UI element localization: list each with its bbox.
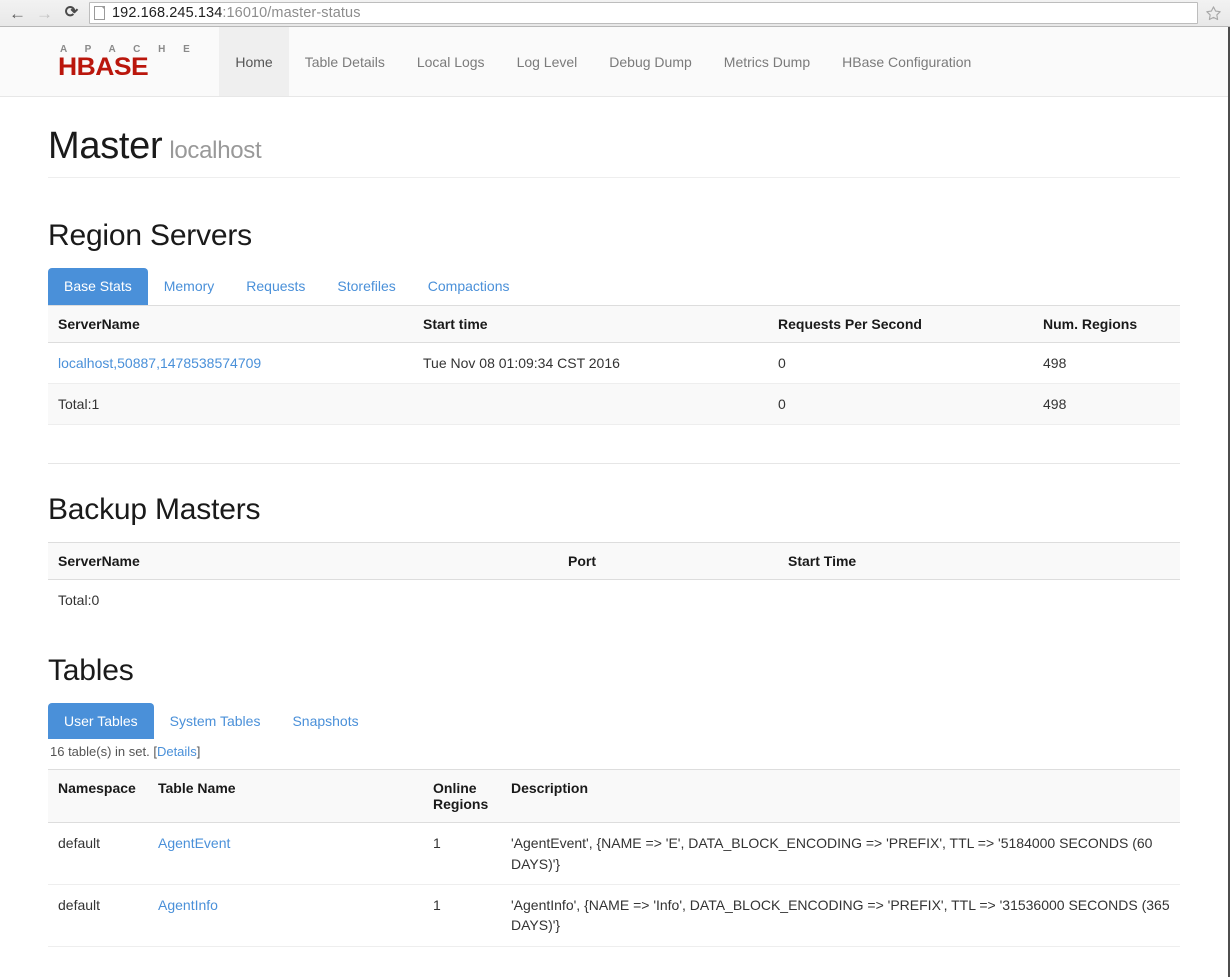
tab-memory[interactable]: Memory: [148, 268, 231, 305]
region-servers-heading: Region Servers: [48, 219, 252, 252]
cell-total-num-regions: 498: [1033, 383, 1180, 426]
table-header-row: ServerName Port Start Time: [48, 542, 1180, 581]
column-header-namespace: Namespace: [48, 769, 148, 824]
nav-item-log-level[interactable]: Log Level: [501, 27, 594, 96]
cell-online-regions: 1: [423, 822, 501, 886]
column-header-num-regions: Num. Regions: [1033, 305, 1180, 343]
table-header-row: ServerName Start time Requests Per Secon…: [48, 305, 1180, 343]
region-servers-section: Region Servers Base Stats Memory Request…: [48, 197, 1180, 465]
cell-online-regions: 1: [423, 884, 501, 947]
page-document-icon: [94, 6, 105, 20]
nav-item-hbase-configuration[interactable]: HBase Configuration: [826, 27, 987, 96]
tables-count-line: 16 table(s) in set. [Details]: [48, 739, 1180, 769]
cell-total-label: Total:1: [48, 383, 413, 426]
table-row: default AgentInfo 1 'AgentInfo', {NAME =…: [48, 884, 1180, 947]
cell-empty-port: [558, 580, 778, 621]
cell-total-start-time: [413, 383, 768, 426]
nav-item-home[interactable]: Home: [219, 27, 289, 96]
cell-start-time: Tue Nov 08 01:09:34 CST 2016: [413, 342, 768, 385]
tab-snapshots[interactable]: Snapshots: [276, 703, 374, 740]
page-title-subtitle: localhost: [169, 137, 262, 164]
forward-arrow-icon[interactable]: →: [31, 1, 58, 25]
cell-table-name: AgentInfo: [148, 884, 423, 947]
star-icon[interactable]: [1200, 1, 1226, 25]
region-servers-table: ServerName Start time Requests Per Secon…: [48, 305, 1180, 426]
backup-masters-section: Backup Masters ServerName Port Start Tim…: [48, 464, 1180, 620]
site-navbar: A P A C H E HBASE Home Table Details Loc…: [0, 27, 1228, 97]
cell-num-regions: 498: [1033, 342, 1180, 385]
online-regions-line1: Online: [433, 780, 477, 797]
page-container: Master localhost Region Servers Base Stat…: [0, 97, 1228, 947]
hbase-logo[interactable]: A P A C H E HBASE: [50, 27, 219, 96]
column-header-start-time: Start time: [413, 305, 768, 343]
cell-table-name: AgentEvent: [148, 822, 423, 886]
tab-storefiles[interactable]: Storefiles: [321, 268, 411, 305]
column-header-online-regions: Online Regions: [423, 769, 501, 824]
backup-masters-heading: Backup Masters: [48, 493, 261, 527]
reload-icon[interactable]: ⟳: [58, 1, 85, 25]
url-path: :16010/master-status: [222, 5, 361, 21]
column-header-table-name: Table Name: [148, 769, 423, 824]
backup-masters-table: ServerName Port Start Time Total:0: [48, 542, 1180, 620]
user-tables-table: Namespace Table Name Online Regions Descr…: [48, 769, 1180, 947]
page-header: Master localhost: [48, 97, 1180, 178]
column-header-requests-per-second: Requests Per Second: [768, 305, 1033, 343]
nav-item-table-details[interactable]: Table Details: [289, 27, 401, 96]
column-header-description: Description: [501, 769, 1180, 824]
cell-requests-per-second: 0: [768, 342, 1033, 385]
tab-user-tables[interactable]: User Tables: [48, 702, 154, 740]
address-bar-text: 192.168.245.134:16010/master-status: [112, 5, 361, 21]
tables-details-link[interactable]: Details: [157, 744, 197, 759]
tab-base-stats[interactable]: Base Stats: [48, 268, 148, 305]
url-host: 192.168.245.134: [112, 5, 223, 21]
cell-total-requests-per-second: 0: [768, 383, 1033, 426]
page-title: Master localhost: [48, 125, 1180, 168]
nav-item-metrics-dump[interactable]: Metrics Dump: [708, 27, 826, 96]
cell-empty-start-time: [778, 580, 1180, 621]
tables-count-suffix: ]: [196, 744, 201, 760]
table-row: localhost,50887,1478538574709 Tue Nov 08…: [48, 342, 1180, 385]
cell-servername: localhost,50887,1478538574709: [48, 342, 413, 385]
browser-toolbar: ← → ⟳ 192.168.245.134:16010/master-statu…: [0, 0, 1230, 27]
column-header-servername: ServerName: [48, 305, 413, 343]
cell-total-label: Total:0: [58, 592, 100, 609]
navbar-links: Home Table Details Local Logs Log Level …: [219, 27, 987, 96]
cell-description: 'AgentInfo', {NAME => 'Info', DATA_BLOCK…: [501, 884, 1180, 947]
tables-section: Tables User Tables System Tables Snapsho…: [48, 621, 1180, 947]
column-header-servername: ServerName: [48, 542, 558, 581]
online-regions-line2: Regions: [433, 796, 489, 813]
cell-namespace: default: [48, 822, 148, 886]
cell-description: 'AgentEvent', {NAME => 'E', DATA_BLOCK_E…: [501, 822, 1180, 886]
region-server-link[interactable]: localhost,50887,1478538574709: [58, 355, 261, 371]
region-servers-tabs: Base Stats Memory Requests Storefiles Co…: [48, 268, 1180, 306]
tab-requests[interactable]: Requests: [230, 268, 321, 305]
nav-item-debug-dump[interactable]: Debug Dump: [593, 27, 708, 96]
cell-namespace: default: [48, 884, 148, 947]
address-bar[interactable]: 192.168.245.134:16010/master-status: [89, 2, 1198, 24]
table-row: default AgentEvent 1 'AgentEvent', {NAME…: [48, 822, 1180, 886]
table-name-link[interactable]: AgentInfo: [158, 897, 218, 913]
table-total-row: Total:1 0 498: [48, 383, 1180, 426]
logo-hbase-text: HBASE: [58, 52, 149, 81]
tables-heading: Tables: [48, 653, 134, 687]
nav-item-local-logs[interactable]: Local Logs: [401, 27, 501, 96]
table-header-row: Namespace Table Name Online Regions Descr…: [48, 769, 1180, 824]
column-header-port: Port: [558, 542, 778, 581]
tables-tabs: User Tables System Tables Snapshots: [48, 702, 1180, 740]
page-viewport: A P A C H E HBASE Home Table Details Loc…: [0, 27, 1230, 977]
tab-system-tables[interactable]: System Tables: [154, 703, 277, 740]
tables-count-prefix: 16 table(s) in set. [: [50, 744, 157, 760]
table-total-row: Total:0: [48, 580, 1180, 621]
table-name-link[interactable]: AgentEvent: [158, 835, 230, 851]
tab-compactions[interactable]: Compactions: [412, 268, 526, 305]
back-arrow-icon[interactable]: ←: [4, 1, 31, 25]
page-title-text: Master: [48, 125, 163, 167]
column-header-start-time: Start Time: [778, 542, 1180, 581]
